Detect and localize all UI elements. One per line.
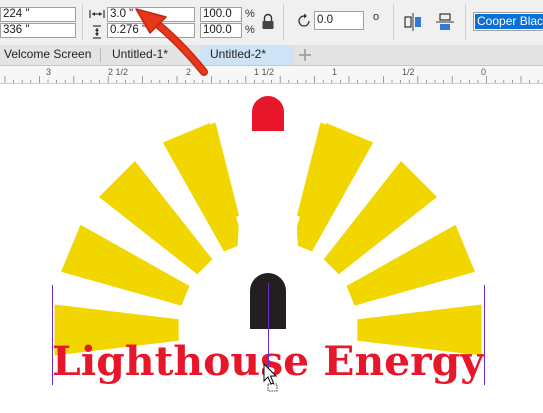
- ruler-label: 3: [46, 67, 52, 77]
- degree-symbol: o: [373, 11, 380, 23]
- scale-x-field[interactable]: 100.0: [200, 7, 242, 22]
- ruler-label: 2 1/2: [108, 67, 129, 77]
- tab-label: Untitled-1*: [112, 47, 169, 61]
- new-tab-plus-icon[interactable]: [298, 48, 312, 62]
- width-field[interactable]: 3.0 ": [107, 7, 195, 22]
- toolbar-separator: [465, 4, 466, 40]
- logo-artwork: Lighthouse Energy: [52, 96, 486, 392]
- lighthouse-gallery: [232, 132, 304, 149]
- drawing-canvas[interactable]: Lighthouse Energy: [0, 84, 543, 413]
- horizontal-ruler[interactable]: 3 2 1/2 2 1 1/2 1 1/2 0: [0, 66, 543, 84]
- scale-y-field[interactable]: 100.0: [200, 23, 242, 38]
- percent-label-y: %: [245, 24, 255, 36]
- height-icon: [93, 25, 101, 39]
- property-bar: 224 " 336 " 3.0 " 0.276 " 100.0 100.0 % …: [0, 0, 543, 46]
- mirror-vertical-icon[interactable]: [436, 13, 454, 31]
- height-field[interactable]: 0.276 ": [107, 23, 195, 38]
- tab-untitled-1[interactable]: Untitled-1*: [108, 45, 200, 65]
- toolbar-separator: [82, 4, 83, 40]
- font-name-selected: Cooper Black: [475, 14, 543, 29]
- toolbar-separator: [393, 4, 394, 40]
- ruler-label: 2: [186, 67, 192, 77]
- ruler-label: 1: [332, 67, 338, 77]
- ruler-label: 0: [481, 67, 487, 77]
- ruler-label: 1 1/2: [254, 67, 275, 77]
- rotation-field[interactable]: 0.0: [314, 11, 364, 30]
- document-tab-bar: Velcome Screen Untitled-1* Untitled-2*: [0, 45, 543, 66]
- mirror-horizontal-icon[interactable]: [404, 13, 422, 31]
- ruler-label: 1/2: [402, 67, 415, 77]
- tab-label: Untitled-2*: [210, 47, 267, 61]
- tab-welcome-screen[interactable]: Velcome Screen: [0, 45, 100, 65]
- percent-label-x: %: [245, 8, 255, 20]
- lock-ratio-icon[interactable]: [261, 13, 275, 31]
- tab-untitled-2[interactable]: Untitled-2*: [200, 45, 294, 65]
- toolbar-separator: [283, 4, 284, 40]
- font-list-box[interactable]: Cooper Black: [473, 12, 543, 31]
- tab-label: Velcome Screen: [4, 47, 92, 61]
- position-y-field[interactable]: 336 ": [0, 23, 76, 38]
- position-x-field[interactable]: 224 ": [0, 7, 76, 22]
- tab-divider: [100, 48, 101, 62]
- width-icon: [89, 10, 105, 18]
- rotate-icon: [298, 13, 310, 27]
- lighthouse-beacon[interactable]: [252, 96, 284, 131]
